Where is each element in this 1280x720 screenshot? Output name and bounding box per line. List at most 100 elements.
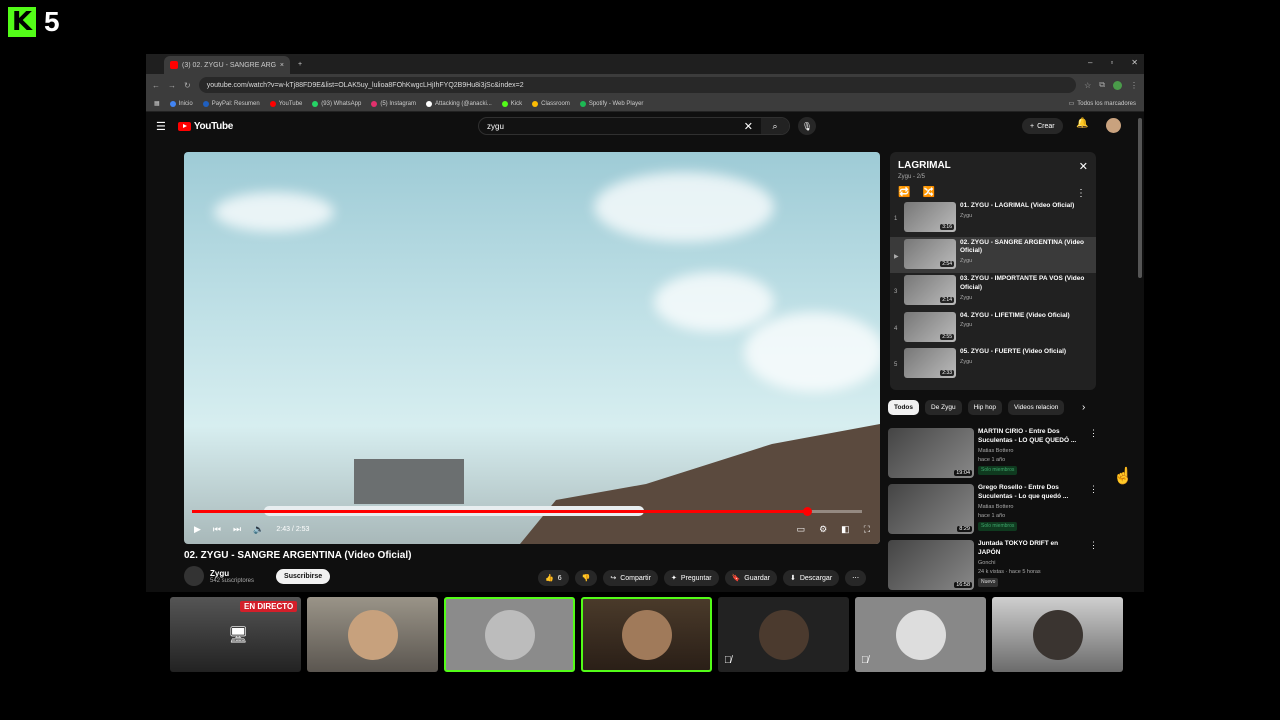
playlist-item-active[interactable]: ▶ 2:54 02. ZYGU - SANGRE ARGENTINA (Vide… — [890, 236, 1096, 273]
save-button[interactable]: 🔖 Guardar — [724, 570, 777, 586]
playlist-item[interactable]: 5 2:33 05. ZYGU - FUERTE (Video Oficial)… — [890, 346, 1096, 383]
back-icon[interactable]: ← — [152, 81, 160, 90]
rec-more-icon[interactable]: ⋮ — [1089, 428, 1098, 484]
bookmarks-bar: ▦ Inicio PayPal: Resumen YouTube (93) Wh… — [146, 96, 1144, 112]
live-badge: EN DIRECTO — [240, 601, 298, 612]
next-icon[interactable]: ⏭ — [233, 524, 241, 535]
hamburger-menu-icon[interactable]: ☰ — [156, 120, 166, 133]
cam-tile-speaking[interactable] — [444, 597, 575, 672]
cam-tile[interactable]: 🎙̸ — [855, 597, 986, 672]
channel-avatar[interactable] — [184, 566, 204, 586]
channel-name[interactable]: Zygu — [210, 569, 254, 578]
shuffle-icon[interactable]: 🔀 — [922, 187, 934, 198]
maximize-icon[interactable]: ▫ — [1110, 58, 1113, 67]
previous-icon[interactable]: ⏮ — [213, 524, 221, 535]
playlist-item[interactable]: 1 3:16 01. ZYGU - LAGRIMAL (Video Oficia… — [890, 200, 1096, 237]
cam-tile-speaking[interactable] — [581, 597, 712, 672]
mic-icon[interactable]: 🎙 — [798, 117, 816, 135]
youtube-favicon-icon — [170, 61, 178, 69]
reload-icon[interactable]: ↻ — [184, 81, 191, 90]
close-window-icon[interactable]: ✕ — [1131, 58, 1138, 67]
dislike-button[interactable]: 👎 — [574, 570, 598, 586]
apps-icon[interactable]: ▦ — [154, 100, 160, 107]
video-progress-bar[interactable] — [192, 507, 862, 516]
page-scrollbar[interactable] — [1138, 118, 1142, 278]
account-avatar[interactable] — [1106, 118, 1121, 133]
filter-chips: Todos De Zygu Hip hop Videos relacion — [888, 400, 1065, 415]
new-tab-icon[interactable]: + — [298, 61, 302, 68]
playlist-subtitle: Zygu - 2/5 — [898, 174, 926, 180]
playlist-thumbnail: 2:54 — [904, 238, 956, 269]
subscribe-button[interactable]: Suscribirse — [276, 568, 331, 584]
subscriber-count: 542 suscriptores — [210, 577, 255, 584]
loop-icon[interactable]: 🔁 — [898, 187, 910, 198]
url-input[interactable]: youtube.com/watch?v=w-kTj88FD9E&list=OLA… — [198, 77, 1077, 93]
rec-more-icon[interactable]: ⋮ — [1089, 484, 1098, 540]
minimize-icon[interactable]: – — [1088, 58, 1092, 67]
all-bookmarks[interactable]: ▭ Todos los marcadores — [1069, 100, 1136, 108]
rec-more-icon[interactable]: ⋮ — [1089, 540, 1098, 592]
play-icon[interactable]: ▶ — [194, 524, 201, 535]
search-button[interactable]: ⌕ — [761, 118, 789, 134]
bookmark-item[interactable]: Attacking (@anacki... — [426, 100, 492, 107]
extensions-icon[interactable]: ⧉ — [1099, 80, 1105, 90]
bookmark-item[interactable]: Classroom — [532, 100, 570, 107]
cam-tile[interactable] — [307, 597, 438, 672]
miniplayer-icon[interactable]: ◧ — [841, 524, 850, 535]
bookmark-item[interactable]: (93) WhatsApp — [312, 100, 361, 107]
notifications-bell-icon[interactable]: 🔔 — [1076, 118, 1088, 129]
playlist-item[interactable]: 3 2:14 03. ZYGU - IMPORTANTE PA VOS (Vid… — [890, 273, 1096, 310]
youtube-logo[interactable]: YouTube — [177, 121, 233, 132]
playlist-title: LAGRIMAL — [898, 160, 951, 171]
forward-icon[interactable]: → — [168, 81, 176, 90]
kick-logo: K 5 — [8, 6, 60, 38]
thumbs-up-icon: 👍 — [545, 575, 554, 582]
kick-icon: K — [8, 7, 36, 37]
cam-tile[interactable] — [992, 597, 1123, 672]
chip-de-zygu[interactable]: De Zygu — [925, 400, 962, 415]
settings-gear-icon[interactable]: ⚙ — [819, 524, 827, 535]
bookmark-item[interactable]: Spotify - Web Player — [579, 100, 643, 107]
bookmark-item[interactable]: PayPal: Resumen — [202, 100, 260, 107]
rec-thumbnail: 19:04 — [888, 428, 974, 478]
bookmark-item[interactable]: Kick — [501, 100, 522, 107]
ask-button[interactable]: ✦ Preguntar — [663, 570, 719, 586]
thumbs-down-icon: 👎 — [581, 575, 591, 582]
close-playlist-icon[interactable]: ✕ — [1079, 160, 1088, 173]
rec-item[interactable]: 19:04 MARTIN CIRIO - Entre Dos Suculenta… — [888, 428, 1098, 484]
clear-search-icon[interactable]: ✕ — [744, 120, 753, 133]
cam-tile[interactable]: EN DIRECTO 🖥 — [170, 597, 301, 672]
playlist-thumbnail: 3:16 — [904, 202, 956, 232]
rec-item[interactable]: 16:58 Juntada TOKYO DRIFT en JAPÓN Gonch… — [888, 540, 1098, 592]
bookmark-item[interactable]: (5) Instagram — [371, 100, 416, 107]
chip-todos[interactable]: Todos — [888, 400, 920, 415]
playlist-panel: LAGRIMAL Zygu - 2/5 ✕ 🔁 🔀 ⋮ 1 3:16 01. Z… — [890, 152, 1096, 390]
video-player[interactable]: ▶ ⏮ ⏭ 🔊 2:43 / 2:53 ▭ ⚙ ◧ ⛶ — [184, 152, 880, 544]
playlist-more-icon[interactable]: ⋮ — [1076, 188, 1086, 199]
bookmark-item[interactable]: YouTube — [269, 100, 302, 107]
more-actions-button[interactable]: ⋯ — [845, 570, 867, 586]
fullscreen-icon[interactable]: ⛶ — [864, 524, 870, 535]
profile-icon[interactable] — [1113, 80, 1122, 90]
cam-tile[interactable]: 🎙̸ — [718, 597, 849, 672]
volume-icon[interactable]: 🔊 — [253, 524, 264, 535]
menu-icon[interactable]: ⋮ — [1130, 81, 1138, 90]
playlist-item[interactable]: 4 2:55 04. ZYGU - LIFETIME (Video Oficia… — [890, 310, 1096, 347]
bookmark-icon: 🔖 — [731, 575, 741, 582]
search-input[interactable]: zygu — [487, 122, 504, 131]
chip-hip-hop[interactable]: Hip hop — [967, 400, 1002, 415]
share-button[interactable]: ↪ Compartir — [603, 570, 658, 586]
rec-item[interactable]: 8:29 Grego Rosello - Entre Dos Suculenta… — [888, 484, 1098, 540]
browser-tab[interactable]: (3) 02. ZYGU - SANGRE ARGENTIN × — [164, 56, 290, 74]
bookmark-star-icon[interactable]: ☆ — [1084, 81, 1091, 90]
download-button[interactable]: ⬇ Descargar — [782, 570, 840, 586]
like-button[interactable]: 👍 6 — [538, 570, 569, 586]
subtitles-icon[interactable]: ▭ — [797, 524, 806, 535]
search-box[interactable]: zygu ✕ ⌕ — [478, 117, 790, 135]
bookmark-item[interactable]: Inicio — [169, 100, 193, 107]
rec-thumbnail: 8:29 — [888, 484, 974, 534]
chip-related[interactable]: Videos relacion — [1008, 400, 1065, 415]
tab-close-icon[interactable]: × — [280, 62, 284, 69]
create-button[interactable]: + Crear — [1022, 118, 1063, 134]
chevron-right-icon[interactable]: › — [1082, 402, 1085, 413]
